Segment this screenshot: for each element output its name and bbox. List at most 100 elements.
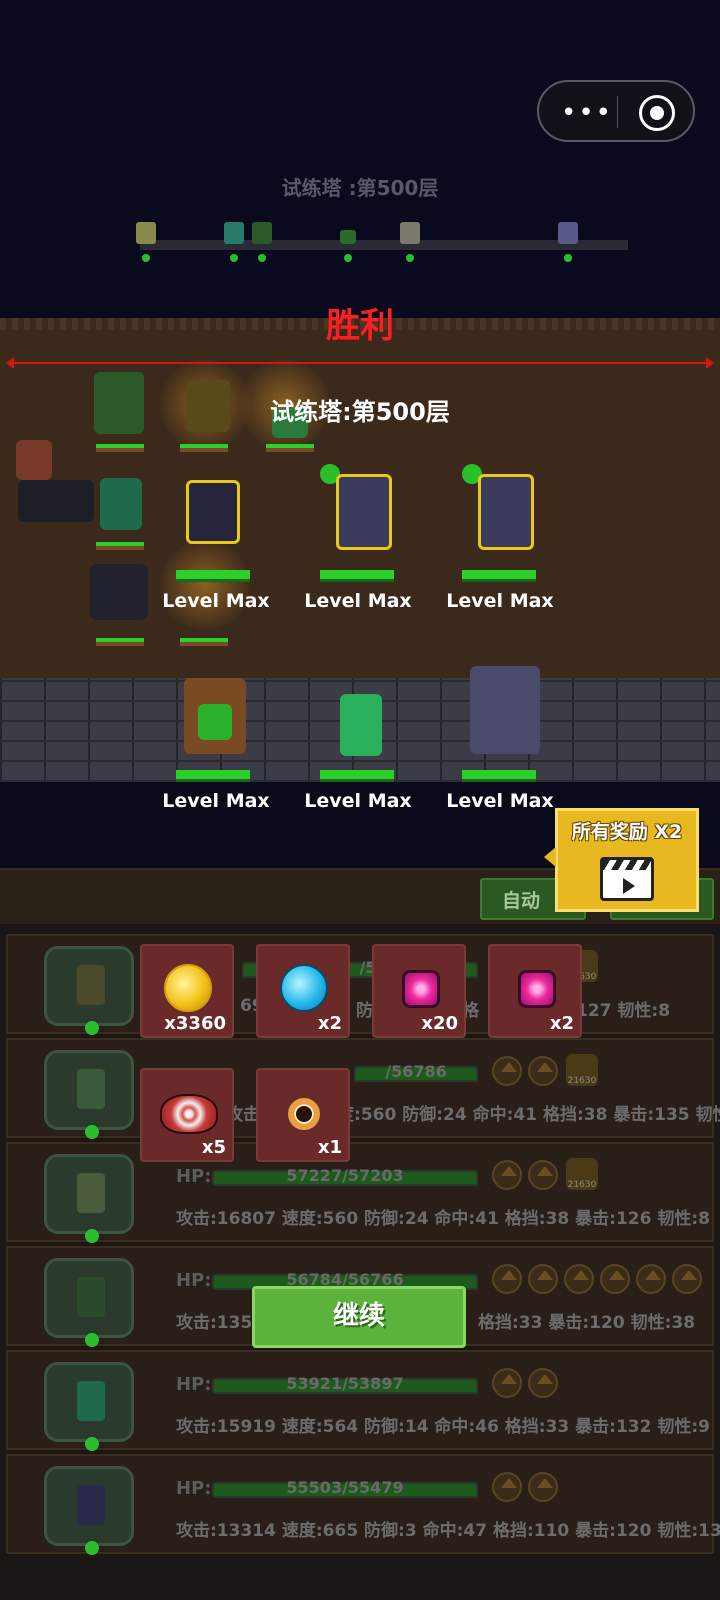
upgrade-arrow-icon[interactable] <box>492 1368 522 1398</box>
reward-qty: x2 <box>317 1013 342 1034</box>
hp-label: HP: <box>176 1478 212 1499</box>
shield-icon: 21630 <box>566 1158 598 1190</box>
reward-qty: x3360 <box>164 1013 226 1034</box>
upgrade-arrow-icon[interactable] <box>528 1472 558 1502</box>
reward-qty: x5 <box>201 1137 226 1158</box>
blue-gem-icon <box>280 964 328 1012</box>
progress-unit-icon <box>398 222 422 248</box>
reward-item-blue-gem[interactable]: x2 <box>256 944 350 1038</box>
enemy-skeleton-king-sprite <box>178 476 248 548</box>
pink-gem-icon <box>518 970 556 1008</box>
hero-portrait[interactable] <box>44 1362 134 1451</box>
hero-row: /56786 攻击:1563 速度:560 防御:24 命中:41 格挡:38 … <box>6 1038 720 1139</box>
upgrade-arrow-icon[interactable] <box>528 1056 558 1086</box>
hero-stats: 攻击:16807 速度:560 防御:24 命中:41 格挡:38 暴击:126… <box>176 1209 711 1229</box>
enemy-level-label: Level Max <box>446 590 554 612</box>
progress-dot <box>406 254 414 262</box>
upgrade-arrow-icon[interactable] <box>528 1264 558 1294</box>
ring-icon <box>288 1098 320 1130</box>
hero-archer-sprite <box>96 474 146 534</box>
hero-portrait[interactable] <box>44 1154 134 1243</box>
more-icon[interactable]: ••• <box>561 100 613 126</box>
hero-portrait[interactable] <box>44 1258 134 1347</box>
enemy-level-label: Level Max <box>162 790 270 812</box>
reward-item-gold[interactable]: x3360 <box>140 944 234 1038</box>
progress-boss-icon <box>556 222 580 248</box>
enemy-reaper-sprite <box>462 662 546 758</box>
progress-unit-icon <box>222 222 246 248</box>
status-dot <box>85 1333 99 1347</box>
progress-dot <box>258 254 266 262</box>
upgrade-arrow-icon[interactable] <box>600 1264 630 1294</box>
hero-hp-bar <box>96 638 144 646</box>
meat-icon <box>160 1094 218 1134</box>
enemy-lich-sprite <box>456 462 540 552</box>
hp-label: HP: <box>176 1270 212 1291</box>
upgrade-arrow-icon[interactable] <box>528 1160 558 1190</box>
upgrade-arrow-icon[interactable] <box>528 1368 558 1398</box>
progress-dot <box>344 254 352 262</box>
victory-title: 胜利 <box>326 306 394 346</box>
reward-item-pink-gem[interactable]: x20 <box>372 944 466 1038</box>
upgrade-arrow-icon[interactable] <box>492 1056 522 1086</box>
enemy-hp-bar <box>176 770 250 782</box>
reward-item-meat[interactable]: x5 <box>140 1068 234 1162</box>
hero-portrait[interactable] <box>44 1050 134 1139</box>
hero-stats: 攻击:15919 速度:564 防御:14 命中:46 格挡:33 暴击:132… <box>176 1417 711 1437</box>
hero-stats: 攻击:13314 速度:665 防御:3 命中:47 格挡:110 暴击:120… <box>176 1521 720 1541</box>
hero-row: HP: 55503/55479 攻击:13314 速度:665 防御:3 命中:… <box>6 1454 720 1555</box>
enemy-treant-sprite <box>176 674 254 758</box>
continue-button[interactable]: 继续 <box>252 1286 466 1348</box>
double-rewards-video-button[interactable]: 所有奖励 X2 <box>544 808 699 912</box>
enemy-hp-bar <box>462 770 536 782</box>
capsule-divider <box>617 96 618 128</box>
battle-tower-title: 试练塔:第500层 <box>270 398 450 426</box>
upgrade-arrow-icon[interactable] <box>564 1264 594 1294</box>
status-dot <box>85 1125 99 1139</box>
enemy-hp-bar <box>320 570 394 582</box>
enemy-hp-bar <box>320 770 394 782</box>
shield-value: 21630 <box>567 1076 597 1086</box>
sky-background <box>0 0 720 318</box>
mini-program-capsule: ••• <box>537 80 695 142</box>
hero-portrait[interactable] <box>44 946 134 1035</box>
enemy-archer-sprite <box>334 692 388 760</box>
enemy-level-label: Level Max <box>304 590 412 612</box>
wave-progress-track <box>140 240 628 250</box>
hero-hp-bar <box>96 542 144 550</box>
video-play-icon <box>600 857 654 901</box>
status-dot <box>85 1229 99 1243</box>
reward-qty: x1 <box>317 1137 342 1158</box>
hero-portrait[interactable] <box>44 1466 134 1555</box>
hero-reaper-sprite <box>84 560 154 622</box>
hp-value: /56786 <box>385 1062 447 1081</box>
enemy-lich-sprite <box>314 462 398 552</box>
status-dot <box>85 1541 99 1555</box>
progress-dot <box>564 254 572 262</box>
upgrade-arrow-icon[interactable] <box>636 1264 666 1294</box>
close-target-icon[interactable] <box>639 95 675 131</box>
tower-floor-title: 试练塔 :第500层 <box>281 176 439 200</box>
upgrade-arrow-icon[interactable] <box>492 1160 522 1190</box>
hero-hp-bar <box>96 444 144 452</box>
hp-value: 57227/57203 <box>286 1166 404 1185</box>
reward-item-ring[interactable]: x1 <box>256 1068 350 1162</box>
progress-hero-icon <box>134 222 158 248</box>
upgrade-arrow-icon[interactable] <box>492 1264 522 1294</box>
hp-value: 55503/55479 <box>286 1478 404 1497</box>
progress-dot <box>230 254 238 262</box>
badge-pointer <box>544 847 556 867</box>
hero-hp-bar <box>266 444 314 452</box>
hero-stats-right: 格挡:33 暴击:120 韧性:38 <box>478 1313 696 1333</box>
enemy-hp-bar <box>176 570 250 582</box>
hero-hp-bar <box>180 444 228 452</box>
upgrade-arrow-icon[interactable] <box>672 1264 702 1294</box>
hero-row: HP: 57227/57203 攻击:16807 速度:560 防御:24 命中… <box>6 1142 714 1243</box>
upgrade-arrow-icon[interactable] <box>492 1472 522 1502</box>
enemy-hp-bar <box>462 570 536 582</box>
hp-label: HP: <box>176 1374 212 1395</box>
shield-icon: 21630 <box>566 1054 598 1086</box>
reward-qty: x2 <box>549 1013 574 1034</box>
reward-item-pink-gem[interactable]: x2 <box>488 944 582 1038</box>
hero-stats: 攻击:1358 <box>176 1313 265 1333</box>
